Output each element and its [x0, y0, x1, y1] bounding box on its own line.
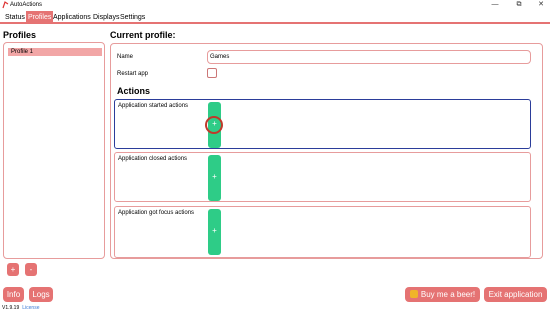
click-highlight-ring: [205, 116, 223, 134]
profiles-list: Profile 1: [3, 42, 105, 259]
buy-beer-button[interactable]: Buy me a beer!: [405, 287, 480, 302]
profile-item[interactable]: Profile 1: [8, 48, 102, 56]
name-label: Name: [117, 54, 134, 60]
action-group-label: Application started actions: [118, 103, 189, 109]
tab-profiles[interactable]: Profiles: [26, 11, 54, 24]
exit-application-button[interactable]: Exit application: [484, 287, 547, 302]
license-link[interactable]: License: [22, 305, 39, 311]
actions-heading: Actions: [117, 86, 151, 96]
add-focus-action-button[interactable]: +: [208, 209, 221, 255]
close-button[interactable]: ✕: [530, 0, 550, 10]
maximize-button[interactable]: ⧉: [508, 0, 530, 10]
restart-app-checkbox[interactable]: [207, 68, 217, 78]
remove-profile-button[interactable]: -: [25, 263, 37, 276]
name-field[interactable]: Games: [207, 50, 531, 64]
tab-settings[interactable]: Settings: [118, 11, 147, 24]
tab-applications[interactable]: Applications: [51, 11, 93, 24]
title-bar: AutoActions — ⧉ ✕: [0, 0, 550, 11]
focus-actions-group: Application got focus actions +: [114, 206, 531, 258]
window-title: AutoActions: [10, 2, 43, 8]
app-icon: [2, 1, 9, 9]
action-group-label: Application closed actions: [118, 156, 188, 162]
tab-status[interactable]: Status: [3, 11, 27, 24]
minimize-button[interactable]: —: [484, 0, 506, 10]
plus-icon: +: [212, 226, 217, 235]
info-button[interactable]: Info: [3, 287, 24, 302]
profiles-heading: Profiles: [3, 30, 37, 40]
version-line: V1.9.19 License: [2, 305, 39, 312]
beer-icon: [409, 290, 418, 298]
version-text: V1.9.19: [2, 305, 20, 311]
restart-app-label: Restart app: [117, 71, 149, 77]
add-profile-button[interactable]: +: [7, 263, 19, 276]
plus-icon: +: [212, 172, 217, 181]
tab-displays[interactable]: Displays: [91, 11, 121, 24]
menu-bar: Status Profiles Applications Displays Se…: [0, 11, 550, 24]
started-actions-group: Application started actions +: [114, 99, 531, 149]
current-profile-heading: Current profile:: [110, 30, 176, 40]
action-group-label: Application got focus actions: [118, 210, 195, 216]
add-closed-action-button[interactable]: +: [208, 155, 221, 201]
closed-actions-group: Application closed actions +: [114, 152, 531, 202]
logs-button[interactable]: Logs: [29, 287, 53, 302]
buy-beer-label: Buy me a beer!: [420, 290, 476, 299]
